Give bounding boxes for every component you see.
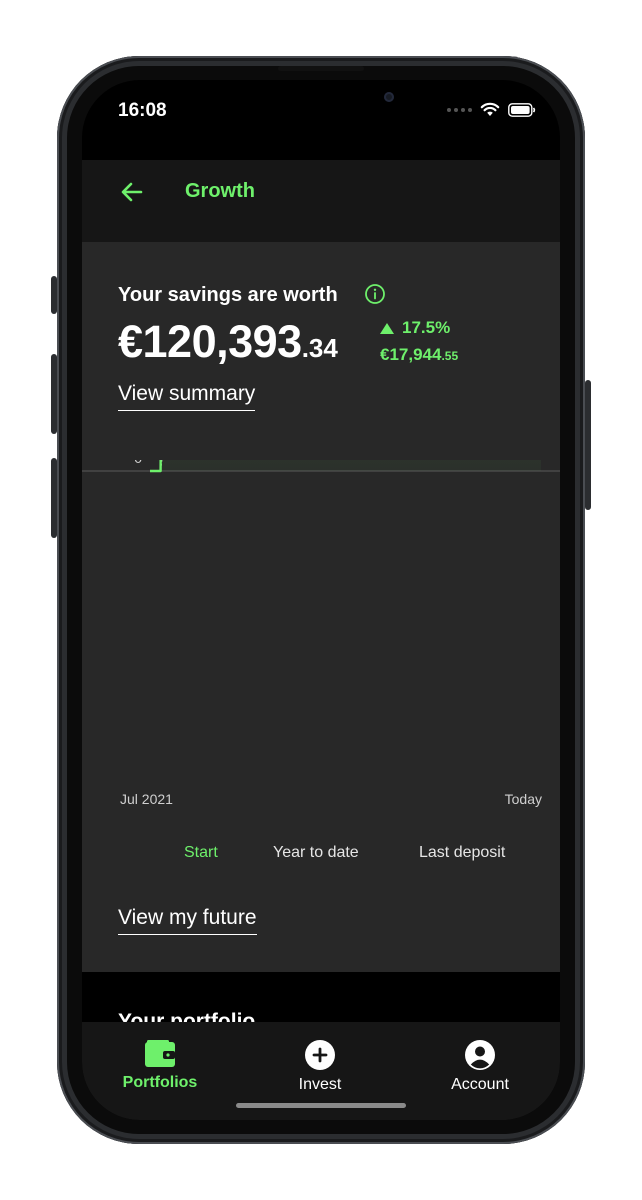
wifi-icon <box>480 102 500 116</box>
x-axis-start-label: Jul 2021 <box>120 791 173 807</box>
tab-year-to-date[interactable]: Year to date <box>273 844 359 862</box>
plus-circle-icon <box>305 1040 335 1070</box>
wallet-icon <box>145 1040 175 1067</box>
page-title: Growth <box>185 180 255 202</box>
tab-last-deposit[interactable]: Last deposit <box>419 844 505 862</box>
status-icons <box>447 102 536 117</box>
info-circle-icon[interactable] <box>364 283 386 305</box>
arrow-left-icon[interactable] <box>118 178 146 206</box>
view-summary-link[interactable]: View summary <box>118 382 256 411</box>
app-screen: 16:08 Growth Your savings are worth €120… <box>82 80 560 1120</box>
phone-volume-up-button <box>51 354 57 434</box>
savings-amount-cents: .34 <box>301 333 338 363</box>
cellular-signal-icon <box>447 107 472 112</box>
nav-portfolios[interactable]: Portfolios <box>100 1040 220 1092</box>
battery-icon <box>508 102 536 117</box>
savings-amount: €120,393.34 <box>118 316 338 368</box>
change-percent-value: 17.5% <box>402 318 451 337</box>
change-amount-cents: .55 <box>441 349 459 363</box>
home-indicator <box>236 1103 406 1108</box>
savings-amount-main: €120,393 <box>118 316 302 367</box>
phone-speaker <box>278 66 364 71</box>
nav-account[interactable]: Account <box>420 1040 540 1094</box>
x-axis-end-label: Today <box>505 791 542 807</box>
account-icon <box>465 1040 495 1070</box>
tab-start[interactable]: Start <box>184 844 218 862</box>
change-amount: €17,944.55 <box>380 345 458 365</box>
change-percent: 17.5% <box>380 318 450 338</box>
nav-portfolios-label: Portfolios <box>122 1074 198 1091</box>
front-camera <box>384 92 394 102</box>
growth-chart[interactable]: 150,000100,00050,0000 Jul 2021 Today <box>82 460 560 810</box>
status-time: 16:08 <box>118 100 167 121</box>
phone-volume-down-button <box>51 458 57 538</box>
app-header <box>82 160 560 242</box>
savings-label: Your savings are worth <box>118 284 338 306</box>
y-tick-label: 0 <box>134 460 142 466</box>
nav-invest-label: Invest <box>298 1076 342 1093</box>
series-area <box>150 460 541 471</box>
triangle-up-icon <box>380 322 394 334</box>
view-future-link[interactable]: View my future <box>118 906 257 935</box>
change-amount-main: €17,944 <box>380 345 442 364</box>
range-tabs: Start Year to date Last deposit <box>82 844 560 870</box>
phone-silent-switch <box>51 276 57 314</box>
phone-power-button <box>585 380 591 510</box>
nav-invest[interactable]: Invest <box>260 1040 380 1094</box>
nav-account-label: Account <box>451 1076 509 1093</box>
notch <box>222 80 420 124</box>
